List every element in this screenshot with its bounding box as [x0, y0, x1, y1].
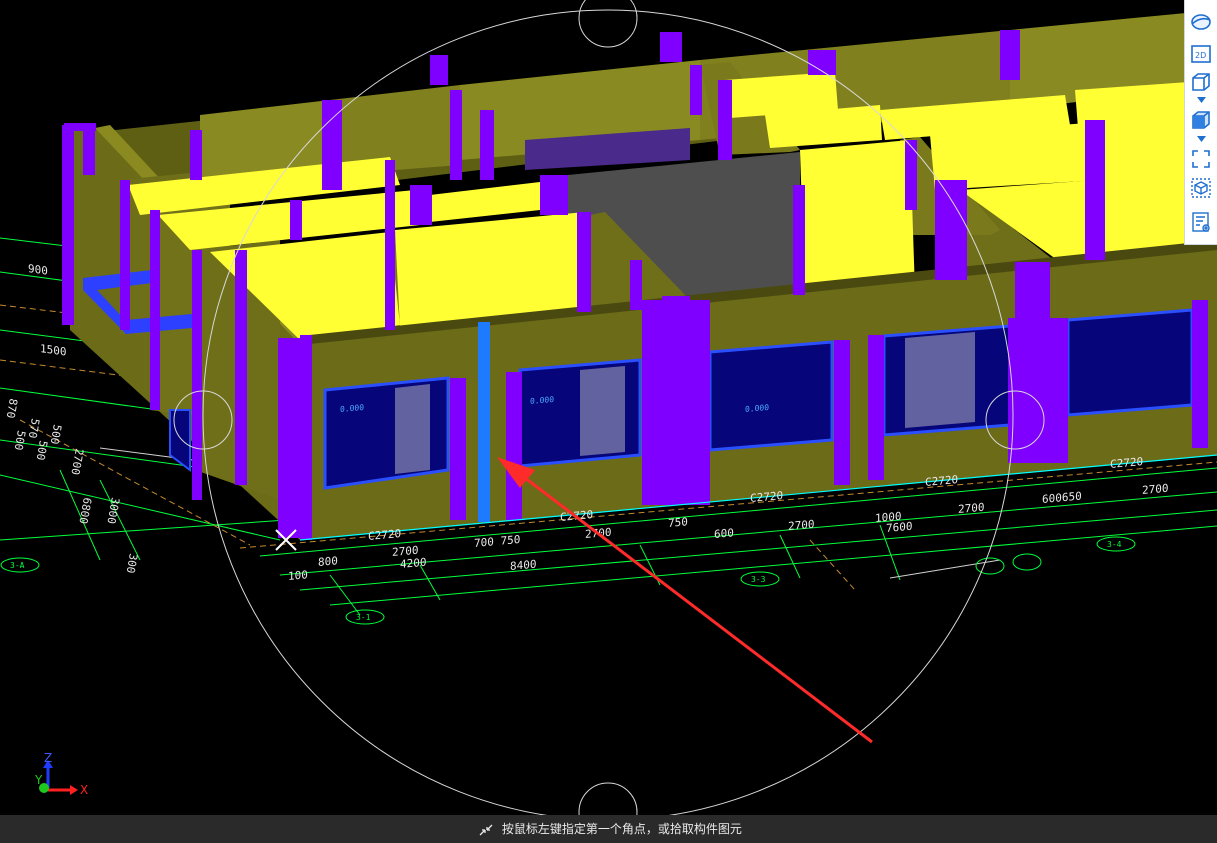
- full-screen-icon: [1189, 147, 1213, 171]
- window-label: C2720: [750, 489, 783, 505]
- view-3d-box-button[interactable]: [1189, 70, 1213, 94]
- dim-label: 1500: [40, 342, 66, 359]
- dim-label: 750: [668, 515, 688, 530]
- grid-bubble-label: 3-4: [1107, 540, 1122, 549]
- dim-label: 600650: [1042, 490, 1082, 506]
- view-3d-dropdown[interactable]: [1197, 97, 1206, 103]
- status-bar: 按鼠标左键指定第一个角点，或拾取构件图元: [0, 815, 1217, 843]
- rotated-dim-label: 6800: [76, 496, 93, 524]
- view-toolbar: 2D: [1184, 0, 1217, 245]
- view-cube-icon: [1189, 108, 1213, 132]
- selected-column[interactable]: [478, 322, 490, 522]
- component-view-icon: [1189, 176, 1213, 200]
- grid-bubble-label: 3-3: [751, 575, 766, 584]
- axis-label-x: X: [80, 783, 88, 797]
- component-view-button[interactable]: [1189, 176, 1213, 200]
- window-label: C2720: [925, 473, 958, 489]
- grid-bubble-label: 3-A: [10, 561, 25, 570]
- rotated-dim-label: 500: [12, 429, 28, 451]
- rotated-dim-label: 2700: [68, 447, 85, 475]
- grid-bubble-label: 3-1: [356, 613, 371, 622]
- dim-label: 4200: [400, 556, 426, 571]
- dim-label: 2700: [958, 501, 984, 516]
- status-message: 按鼠标左键指定第一个角点，或拾取构件图元: [501, 822, 742, 836]
- dynamic-observe-button[interactable]: [1189, 10, 1213, 34]
- dim-label: 800: [318, 554, 338, 569]
- full-screen-button[interactable]: [1189, 147, 1213, 171]
- dim-label: 900: [28, 262, 48, 278]
- building-model[interactable]: [62, 10, 1217, 541]
- property-list-icon: [1189, 210, 1213, 234]
- grid-bubbles: [0, 536, 1136, 625]
- dim-label: 700 750: [474, 533, 520, 550]
- view-2d-button[interactable]: 2D: [1189, 42, 1213, 66]
- property-list-button[interactable]: [1189, 210, 1213, 234]
- window-label: C2720: [368, 527, 401, 543]
- dim-label: 7600: [886, 520, 912, 535]
- dynamic-observe-icon: [1189, 10, 1213, 34]
- rotated-dim-label: 3000: [104, 496, 121, 524]
- dim-label: 600: [714, 526, 734, 541]
- dim-label: 8400: [510, 558, 536, 573]
- 3d-viewport[interactable]: 3-A 3-1 3-3 3-4 100 800 2700 4200 700 75…: [0, 0, 1217, 815]
- axis-indicator: [39, 760, 78, 795]
- rotated-dim-label: 300: [124, 552, 140, 574]
- view-2d-label: 2D: [1195, 51, 1206, 60]
- axis-label-y: Y: [34, 773, 43, 787]
- rotated-dim-label: 500: [34, 439, 50, 461]
- axis-label-z: Z: [44, 751, 52, 765]
- view-cube-button[interactable]: [1189, 108, 1213, 132]
- rotated-dim-label: 870: [4, 397, 20, 419]
- dim-label: 2700: [788, 518, 814, 533]
- view-3d-box-icon: [1189, 70, 1213, 94]
- view-cube-dropdown[interactable]: [1197, 136, 1206, 142]
- pick-cursor-icon: [478, 823, 494, 837]
- dim-label: 100: [288, 568, 308, 583]
- dim-label: 2700: [1142, 482, 1168, 497]
